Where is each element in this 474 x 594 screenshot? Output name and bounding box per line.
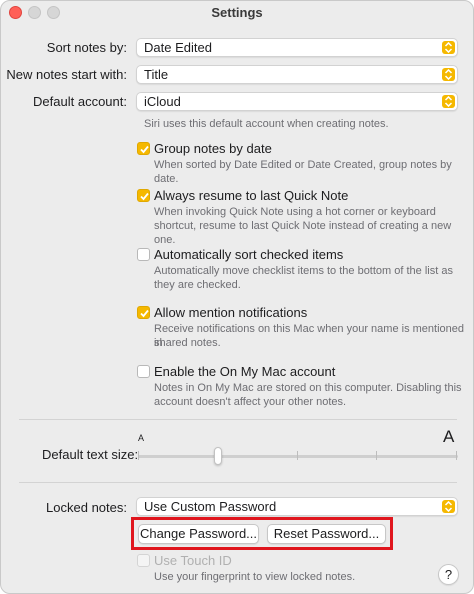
on-my-mac-hint-line2: account doesn't affect your other notes. — [154, 396, 347, 408]
locked-notes-label: Locked notes: — [46, 500, 127, 515]
sort-notes-value: Date Edited — [144, 40, 212, 55]
touch-id-hint: Use your fingerprint to view locked note… — [154, 571, 356, 583]
chevron-updown-icon — [442, 41, 455, 54]
default-account-hint: Siri uses this default account when crea… — [144, 118, 389, 130]
new-notes-label: New notes start with: — [6, 67, 127, 82]
sort-checked-items-label: Automatically sort checked items — [154, 247, 344, 262]
chevron-updown-icon — [442, 95, 455, 108]
sort-notes-popup[interactable]: Date Edited — [136, 38, 458, 57]
change-password-button[interactable]: Change Password... — [138, 524, 259, 544]
default-account-popup[interactable]: iCloud — [136, 92, 458, 111]
divider — [19, 419, 457, 420]
locked-notes-value: Use Custom Password — [144, 499, 277, 514]
resume-quick-note-checkbox[interactable] — [137, 189, 150, 202]
sort-checked-items-checkbox[interactable] — [137, 248, 150, 261]
default-account-label: Default account: — [33, 94, 127, 109]
group-notes-hint: When sorted by Date Edited or Date Creat… — [154, 159, 452, 185]
title-bar: Settings — [1, 1, 473, 25]
text-size-slider-knob[interactable] — [214, 447, 222, 465]
mention-notifications-hint-line2: shared notes. — [154, 337, 221, 349]
on-my-mac-checkbox[interactable] — [137, 365, 150, 378]
slider-tick — [297, 451, 298, 460]
group-notes-label: Group notes by date — [154, 141, 272, 156]
window-title: Settings — [211, 5, 263, 20]
sort-notes-label: Sort notes by: — [46, 40, 127, 55]
touch-id-checkbox — [137, 554, 150, 567]
chevron-updown-icon — [442, 500, 455, 513]
slider-tick — [456, 451, 457, 460]
chevron-updown-icon — [442, 68, 455, 81]
slider-tick — [138, 451, 139, 460]
group-notes-checkbox[interactable] — [137, 142, 150, 155]
default-account-value: iCloud — [144, 94, 181, 109]
small-text-glyph: A — [138, 433, 145, 443]
resume-quick-note-label: Always resume to last Quick Note — [154, 188, 349, 203]
on-my-mac-label: Enable the On My Mac account — [154, 364, 336, 379]
mention-notifications-label: Allow mention notifications — [154, 305, 308, 320]
sort-checked-items-hint-line1: Automatically move checklist items to th… — [154, 265, 453, 277]
new-notes-value: Title — [144, 67, 169, 82]
locked-notes-popup[interactable]: Use Custom Password — [136, 497, 458, 516]
text-size-label: Default text size: — [42, 447, 139, 462]
large-text-glyph: A — [443, 427, 455, 446]
settings-window: Settings Sort notes by: Date Edited New … — [0, 0, 474, 594]
new-notes-popup[interactable]: Title — [136, 65, 458, 84]
sort-checked-items-hint-line2: they are checked. — [154, 279, 241, 291]
mention-notifications-checkbox[interactable] — [137, 306, 150, 319]
text-size-slider[interactable] — [138, 455, 458, 458]
reset-password-button[interactable]: Reset Password... — [267, 524, 386, 544]
on-my-mac-hint-line1: Notes in On My Mac are stored on this co… — [154, 382, 462, 394]
touch-id-label: Use Touch ID — [154, 553, 232, 568]
divider — [19, 482, 457, 483]
slider-tick — [376, 451, 377, 460]
resume-quick-note-hint-line1: When invoking Quick Note using a hot cor… — [154, 206, 436, 218]
resume-quick-note-hint-line2: shortcut, resume to last Quick Note inst… — [154, 220, 452, 246]
help-button[interactable]: ? — [438, 564, 459, 585]
